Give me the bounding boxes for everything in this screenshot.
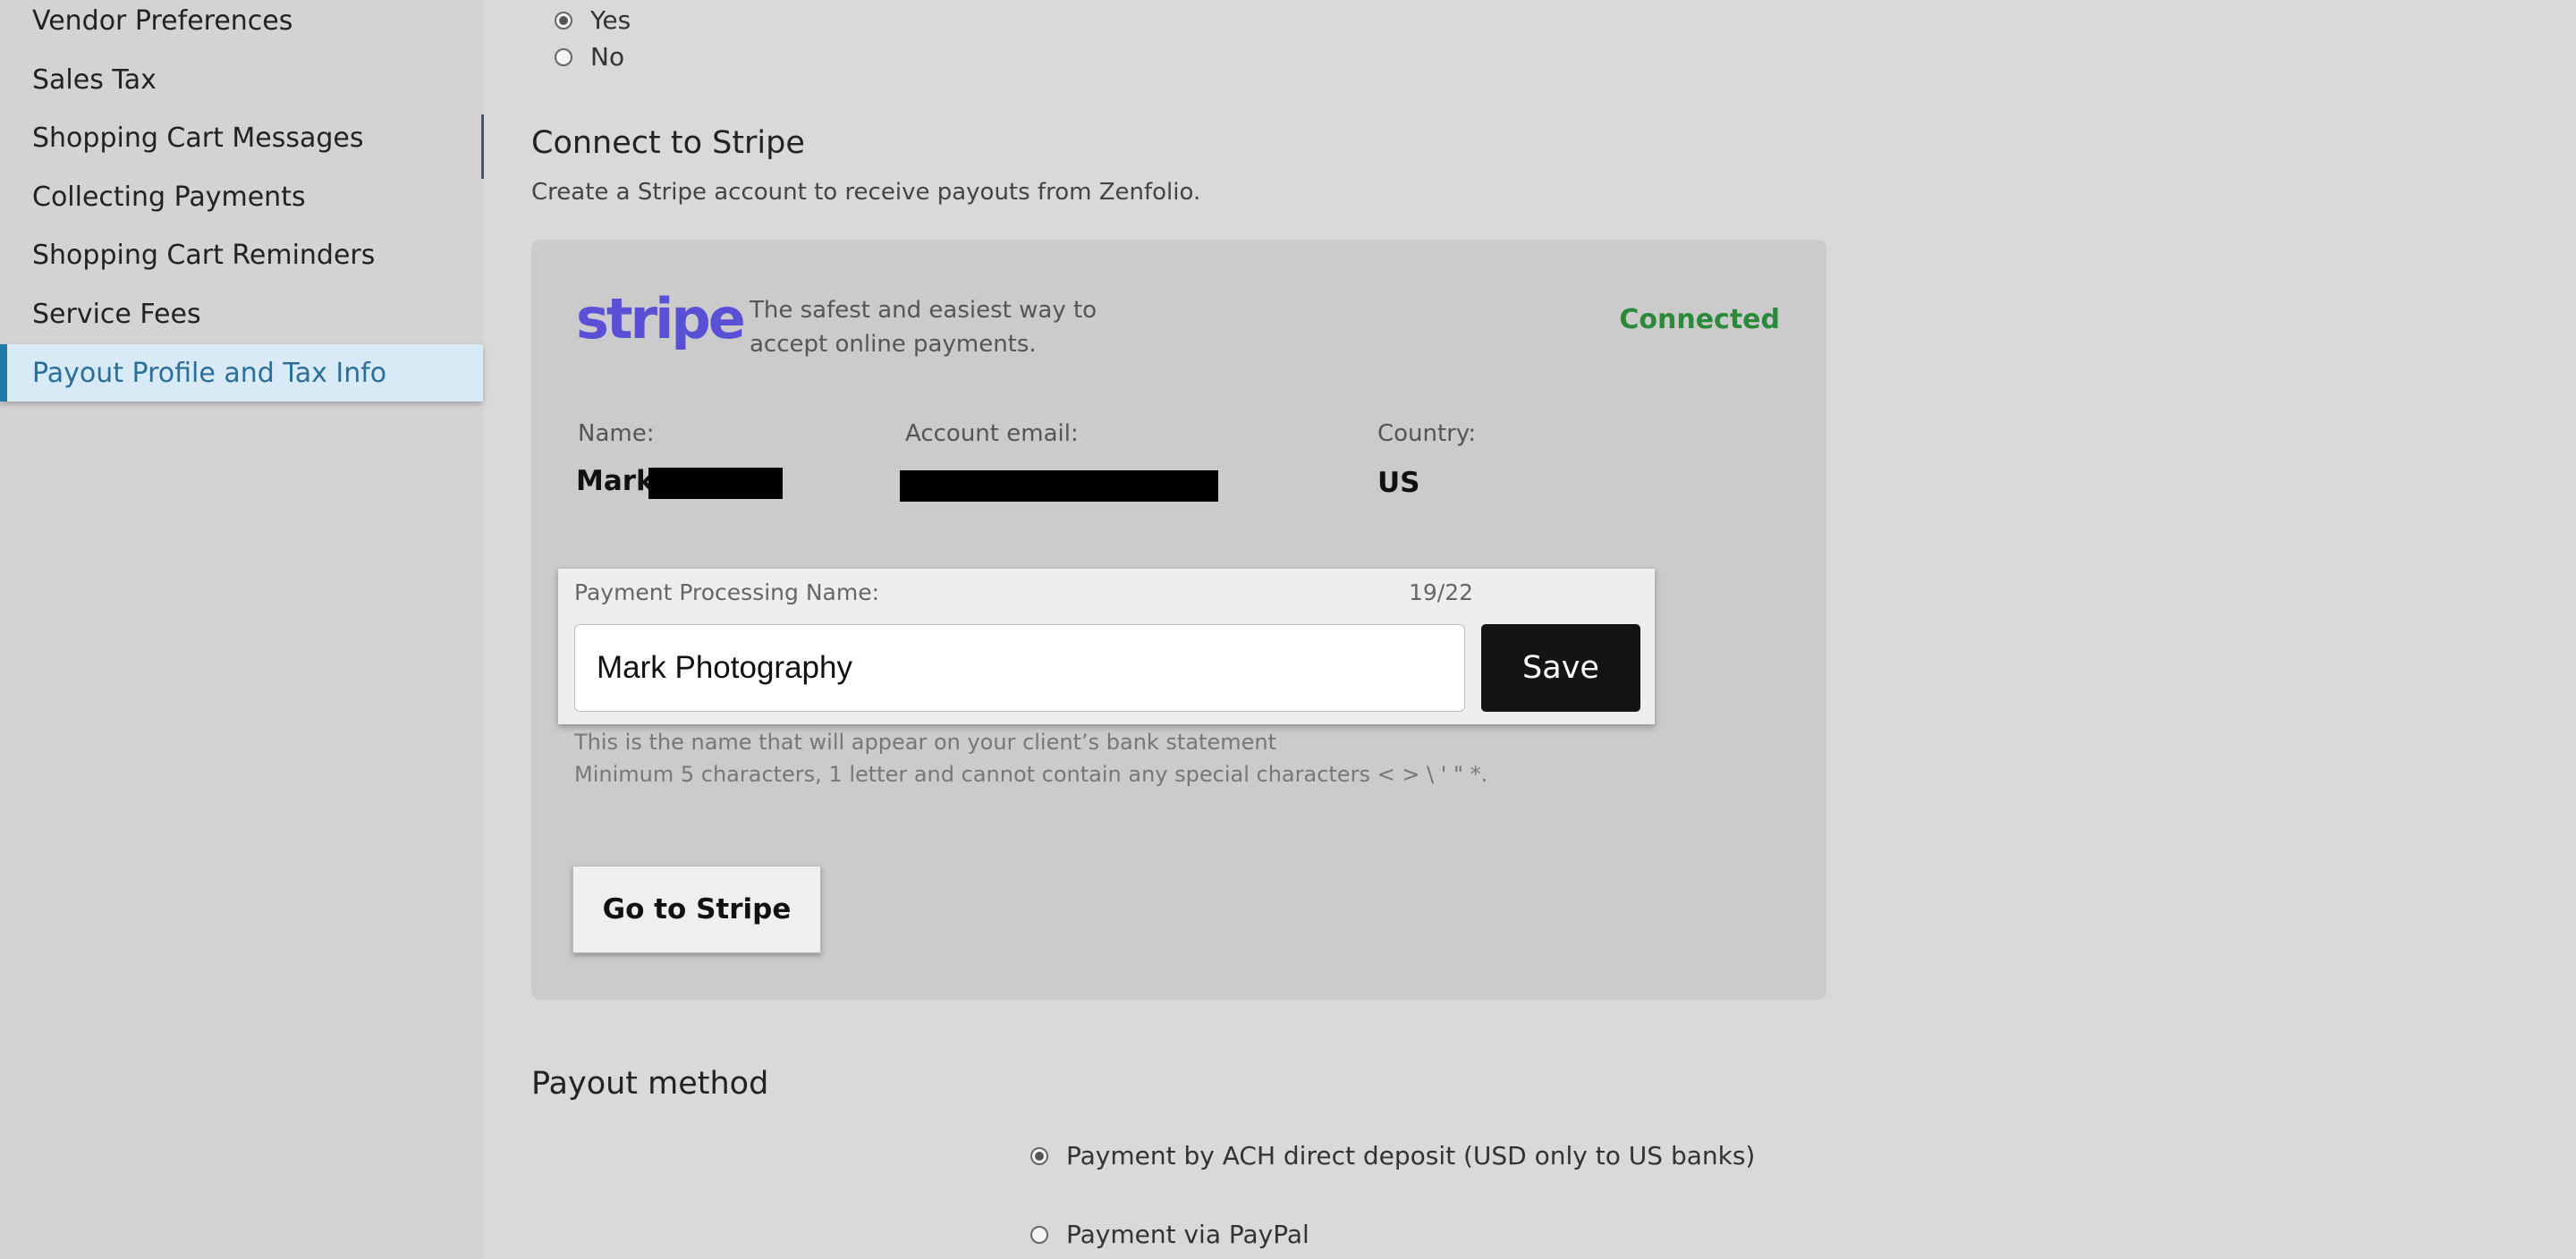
- radio-checked-icon[interactable]: [1030, 1146, 1048, 1165]
- sidebar-item-label: Collecting Payments: [32, 181, 306, 213]
- sidebar-item-shopping-cart-reminders[interactable]: Shopping Cart Reminders: [0, 226, 483, 283]
- stripe-tagline: The safest and easiest way to accept onl…: [750, 297, 1097, 358]
- stripe-card: stripe The safest and easiest way to acc…: [531, 240, 1826, 1000]
- radio-checked-icon[interactable]: [555, 11, 572, 30]
- sidebar-item-label: Payout Profile and Tax Info: [32, 357, 387, 389]
- country-label: Country:: [1377, 420, 1477, 447]
- stripe-logo: stripe: [576, 286, 746, 351]
- sidebar-item-collecting-payments[interactable]: Collecting Payments: [0, 168, 483, 225]
- payout-option-paypal[interactable]: Payment via PayPal: [1030, 1220, 1309, 1249]
- help-text-statement: This is the name that will appear on you…: [574, 730, 1276, 755]
- go-to-stripe-button[interactable]: Go to Stripe: [572, 866, 821, 953]
- sidebar-item-label: Shopping Cart Messages: [32, 122, 364, 154]
- payment-processing-name-label: Payment Processing Name:: [574, 579, 880, 605]
- main-content: Yes No Connect to Stripe Create a Stripe…: [483, 0, 2576, 1259]
- payout-option-ach[interactable]: Payment by ACH direct deposit (USD only …: [1030, 1141, 1755, 1170]
- sidebar-item-shopping-cart-messages[interactable]: Shopping Cart Messages: [0, 109, 483, 166]
- radio-label: Payment by ACH direct deposit (USD only …: [1066, 1141, 1756, 1170]
- payment-processing-name-input[interactable]: [574, 624, 1465, 712]
- payment-processing-name-panel: Payment Processing Name: 19/22 Save: [558, 569, 1655, 724]
- radio-label: Payment via PayPal: [1066, 1220, 1309, 1249]
- connection-status: Connected: [1619, 304, 1780, 335]
- radio-option-no[interactable]: No: [555, 42, 624, 72]
- sidebar-item-payout-profile[interactable]: Payout Profile and Tax Info: [0, 344, 483, 401]
- payout-method-title: Payout method: [531, 1066, 769, 1102]
- account-email-label: Account email:: [905, 420, 1079, 447]
- sidebar-item-vendor-preferences[interactable]: Vendor Preferences: [0, 0, 483, 49]
- redacted-email: [900, 470, 1218, 502]
- sidebar-item-label: Shopping Cart Reminders: [32, 239, 376, 271]
- sidebar-item-label: Service Fees: [32, 298, 201, 330]
- stripe-section-subtitle: Create a Stripe account to receive payou…: [531, 179, 1201, 206]
- sidebar-item-label: Vendor Preferences: [32, 4, 293, 37]
- radio-label: No: [590, 42, 625, 72]
- radio-unchecked-icon[interactable]: [1030, 1225, 1048, 1244]
- radio-unchecked-icon[interactable]: [555, 47, 572, 66]
- name-value: Mark: [576, 465, 655, 497]
- settings-sidebar: Vendor Preferences Sales Tax Shopping Ca…: [0, 0, 484, 1259]
- help-text-requirements: Minimum 5 characters, 1 letter and canno…: [574, 762, 1488, 787]
- radio-option-yes[interactable]: Yes: [555, 5, 631, 35]
- save-button[interactable]: Save: [1481, 624, 1640, 712]
- character-counter: 19/22: [1409, 579, 1474, 605]
- country-value: US: [1377, 467, 1420, 499]
- sidebar-item-sales-tax[interactable]: Sales Tax: [0, 51, 483, 108]
- stripe-section-title: Connect to Stripe: [531, 125, 805, 161]
- radio-label: Yes: [590, 5, 631, 35]
- name-label: Name:: [578, 420, 655, 447]
- sidebar-item-service-fees[interactable]: Service Fees: [0, 285, 483, 342]
- sidebar-item-label: Sales Tax: [32, 63, 157, 96]
- redacted-name: [648, 468, 783, 499]
